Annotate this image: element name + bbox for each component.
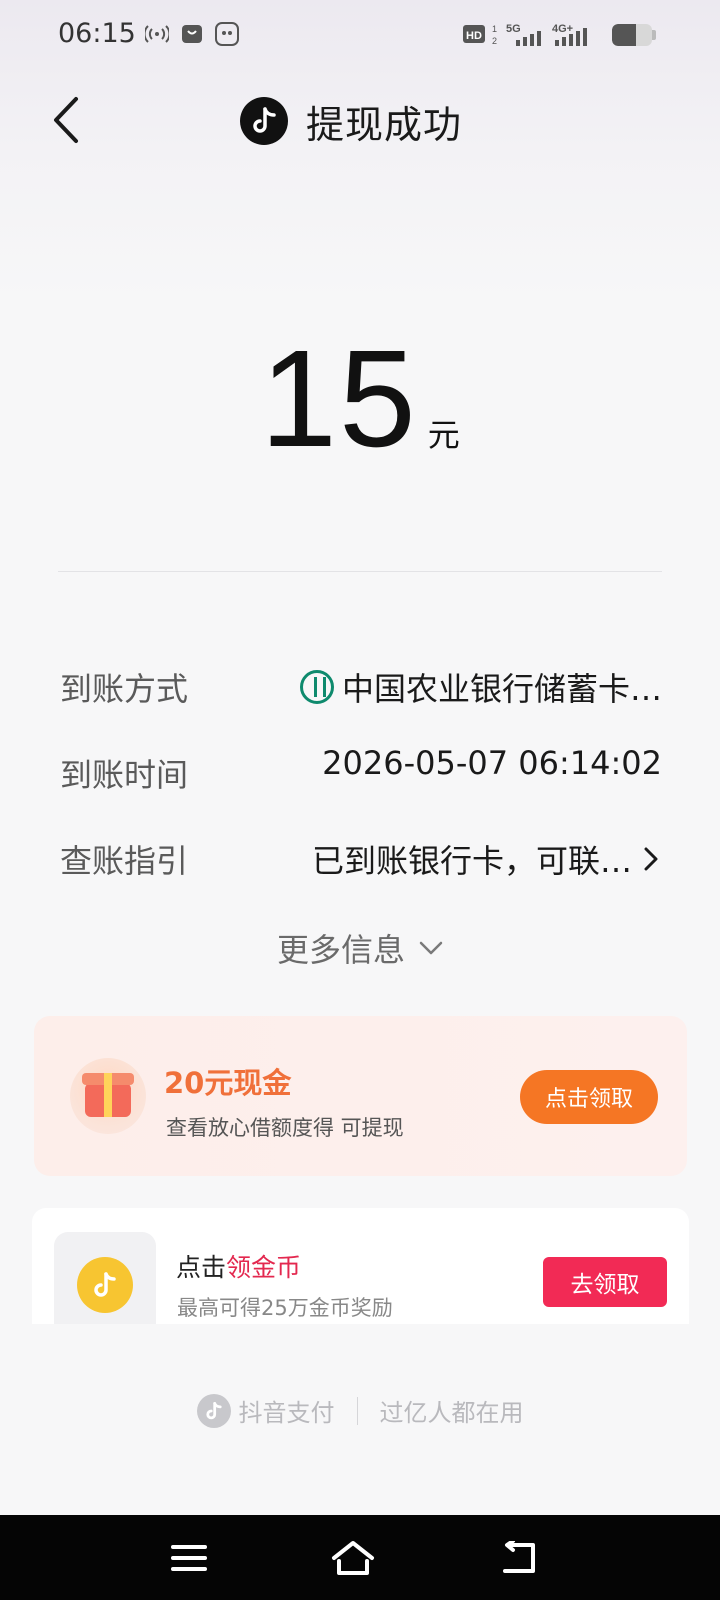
page-header: 提现成功 bbox=[240, 96, 463, 147]
shopping-bag-icon bbox=[180, 20, 204, 48]
promo-claim-button[interactable]: 点击领取 bbox=[520, 1070, 658, 1124]
return-icon bbox=[503, 1541, 535, 1573]
more-info-label: 更多信息 bbox=[276, 931, 405, 969]
signal-5g-icon: 5G bbox=[506, 20, 546, 48]
promo-title: 20元现金 bbox=[164, 1066, 292, 1100]
hd-icon: HD 1 2 bbox=[463, 20, 499, 48]
more-info-toggle[interactable]: 更多信息 bbox=[0, 925, 720, 971]
svg-text:2: 2 bbox=[492, 36, 497, 46]
gold-coin-icon bbox=[77, 1257, 133, 1313]
battery-icon bbox=[612, 24, 652, 46]
svg-text:4G+: 4G+ bbox=[552, 23, 573, 35]
chevron-down-icon bbox=[419, 941, 443, 955]
menu-button[interactable] bbox=[154, 1530, 224, 1586]
time-label: 到账时间 bbox=[60, 756, 189, 794]
home-button[interactable] bbox=[318, 1530, 388, 1586]
coin-task-title: 点击领金币 bbox=[176, 1248, 301, 1284]
method-value: 中国农业银行储蓄卡… bbox=[341, 670, 662, 708]
douyin-logo-icon bbox=[240, 97, 288, 145]
svg-text:5G: 5G bbox=[506, 23, 521, 35]
signal-4g-icon: 4G+ bbox=[552, 20, 592, 48]
abc-bank-icon bbox=[299, 670, 334, 704]
amount-value: 15 bbox=[260, 322, 418, 476]
svg-text:HD: HD bbox=[466, 30, 482, 42]
guide-label: 查账指引 bbox=[60, 842, 189, 880]
douyin-pay-logo-icon bbox=[196, 1393, 231, 1428]
battery-tip bbox=[652, 30, 656, 40]
return-button[interactable] bbox=[484, 1530, 554, 1586]
app-notification-icon bbox=[214, 20, 240, 48]
time-value-row: 2026-05-07 06:14:02 bbox=[322, 744, 662, 782]
page-title: 提现成功 bbox=[306, 102, 463, 147]
hotspot-icon bbox=[144, 20, 170, 48]
coin-task-subtitle: 最高可得25万金币奖励 bbox=[177, 1296, 393, 1320]
method-label: 到账方式 bbox=[60, 670, 189, 708]
menu-icon bbox=[171, 1545, 207, 1571]
coin-claim-button[interactable]: 去领取 bbox=[543, 1257, 667, 1307]
guide-value: 已到账银行卡，可联… bbox=[311, 842, 632, 880]
coin-title-highlight: 领金币 bbox=[226, 1253, 302, 1282]
brand-name: 抖音支付 bbox=[238, 1399, 335, 1427]
footer-separator bbox=[356, 1396, 358, 1425]
svg-text:1: 1 bbox=[492, 24, 497, 34]
time-value: 2026-05-07 06:14:02 bbox=[322, 744, 662, 782]
home-icon bbox=[332, 1541, 374, 1575]
brand-slogan: 过亿人都在用 bbox=[379, 1399, 524, 1427]
brand: 抖音支付 bbox=[196, 1393, 335, 1428]
footer-brand: 抖音支付 过亿人都在用 bbox=[0, 1393, 720, 1428]
promo-subtitle: 查看放心借额度得 可提现 bbox=[166, 1116, 404, 1140]
amount-display: 15 元 bbox=[0, 330, 720, 468]
divider bbox=[58, 571, 662, 572]
guide-row[interactable]: 已到账银行卡，可联… bbox=[312, 836, 662, 882]
amount-unit: 元 bbox=[427, 416, 460, 454]
gift-box-icon bbox=[70, 1058, 146, 1134]
status-time: 06:15 bbox=[58, 18, 136, 49]
method-value-row: 中国农业银行储蓄卡… bbox=[299, 664, 662, 710]
back-button[interactable] bbox=[40, 90, 90, 150]
coin-title-prefix: 点击 bbox=[176, 1253, 227, 1282]
chevron-left-icon bbox=[54, 97, 78, 143]
chevron-right-icon bbox=[640, 844, 662, 874]
